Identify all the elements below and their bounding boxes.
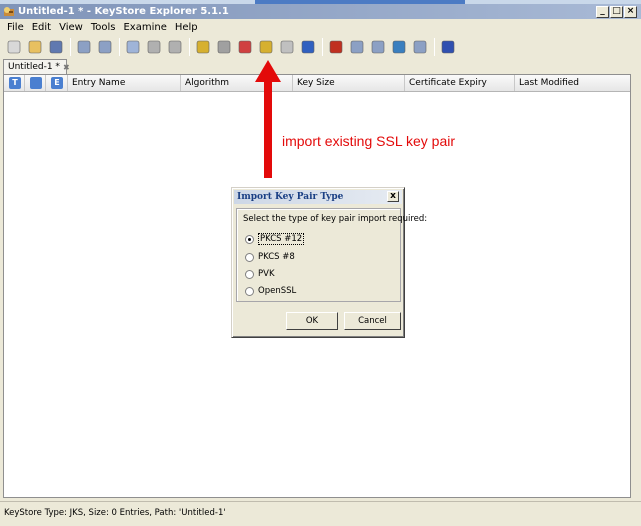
toolbar-separator <box>322 37 323 56</box>
paste-button[interactable] <box>165 37 185 57</box>
help-icon <box>441 40 455 53</box>
redo-icon <box>98 40 112 53</box>
keystore-properties-icon <box>301 40 315 53</box>
help-button[interactable] <box>438 37 458 57</box>
option-openssl[interactable]: OpenSSL <box>245 286 296 296</box>
undo-icon <box>77 40 91 53</box>
option-label: PKCS #8 <box>258 252 295 262</box>
column-last-modified[interactable]: Last Modified <box>515 75 630 91</box>
toolbar-separator <box>434 37 435 56</box>
examine-clipboard-icon <box>350 40 364 53</box>
dialog-title: Import Key Pair Type <box>237 192 344 202</box>
import-key-pair-button[interactable] <box>256 37 276 57</box>
set-password-icon <box>280 40 294 53</box>
radio-icon[interactable] <box>245 252 254 262</box>
save-keystore-icon <box>49 40 63 53</box>
toolbar-separator <box>70 37 71 56</box>
redo-button[interactable] <box>95 37 115 57</box>
paste-icon <box>168 40 182 53</box>
key-pair-type-group: Select the type of key pair import requi… <box>236 208 427 302</box>
import-key-pair-type-dialog: Import Key Pair Type x Select the type o… <box>231 187 427 338</box>
option-label: OpenSSL <box>258 286 297 296</box>
examine-ssl-button[interactable] <box>368 37 388 57</box>
open-keystore-icon <box>28 40 42 53</box>
generate-key-pair-button[interactable] <box>193 37 213 57</box>
menu-edit[interactable]: Edit <box>28 22 55 33</box>
tab-close-icon[interactable]: ✖ <box>63 63 70 72</box>
undo-button[interactable] <box>74 37 94 57</box>
menu-tools[interactable]: Tools <box>87 22 120 33</box>
cut-icon <box>126 40 140 53</box>
cancel-button[interactable]: Cancel <box>344 312 401 330</box>
generate-key-pair-icon <box>196 40 210 53</box>
examine-csr-icon <box>413 40 427 53</box>
examine-file-icon <box>329 40 343 53</box>
column-certificate-expiry[interactable]: Certificate Expiry <box>405 75 515 91</box>
cut-button[interactable] <box>123 37 143 57</box>
menu-file[interactable]: File <box>3 22 28 33</box>
toolbar-separator <box>119 37 120 56</box>
option-label: PVK <box>258 269 275 279</box>
option-pvk[interactable]: PVK <box>245 269 275 279</box>
tab-label: Untitled-1 * <box>8 62 60 72</box>
dialog-close-button[interactable]: x <box>387 191 399 202</box>
dialog-title-bar: Import Key Pair Type x <box>234 190 402 204</box>
status-bar: KeyStore Type: JKS, Size: 0 Entries, Pat… <box>0 501 641 526</box>
close-button[interactable]: × <box>624 5 637 18</box>
minimize-button[interactable]: _ <box>596 5 609 18</box>
import-trusted-certificate-button[interactable] <box>235 37 255 57</box>
menu-examine[interactable]: Examine <box>119 22 170 33</box>
app-icon <box>4 7 14 16</box>
menu-bar: File Edit View Tools Examine Help <box>0 19 641 35</box>
examine-csr-button[interactable] <box>410 37 430 57</box>
lock-icon <box>30 77 42 89</box>
entry-type-icon: T <box>9 77 21 89</box>
ok-button[interactable]: OK <box>286 312 338 330</box>
dialog-prompt: Select the type of key pair import requi… <box>243 214 428 224</box>
radio-icon[interactable] <box>245 269 254 279</box>
column-entry-name[interactable]: Entry Name <box>68 75 181 91</box>
toolbar-separator <box>189 37 190 56</box>
import-trusted-certificate-icon <box>238 40 252 53</box>
examine-ssl-icon <box>371 40 385 53</box>
annotation-text: import existing SSL key pair <box>282 133 455 149</box>
examine-clipboard-button[interactable] <box>347 37 367 57</box>
copy-button[interactable] <box>144 37 164 57</box>
column-entry-type[interactable]: T <box>4 75 25 91</box>
toolbar <box>0 35 641 58</box>
tab-untitled-1[interactable]: Untitled-1 * ✖ <box>3 59 70 74</box>
copy-icon <box>147 40 161 53</box>
window-title: Untitled-1 * - KeyStore Explorer 5.1.1 <box>18 6 229 17</box>
import-key-pair-icon <box>259 40 273 53</box>
column-key-size[interactable]: Key Size <box>293 75 405 91</box>
table-header: T E Entry Name Algorithm Key Size Certif… <box>4 75 630 92</box>
annotation-arrow <box>255 60 281 178</box>
open-keystore-button[interactable] <box>25 37 45 57</box>
new-keystore-button[interactable] <box>4 37 24 57</box>
column-expired[interactable]: E <box>46 75 68 91</box>
examine-crl-icon <box>392 40 406 53</box>
set-password-button[interactable] <box>277 37 297 57</box>
expiry-status-icon: E <box>51 77 63 89</box>
save-keystore-button[interactable] <box>46 37 66 57</box>
option-label: PKCS #12 <box>258 233 305 245</box>
column-lock[interactable] <box>25 75 46 91</box>
keystore-properties-button[interactable] <box>298 37 318 57</box>
tab-row: Untitled-1 * ✖ <box>0 58 641 74</box>
maximize-button[interactable]: □ <box>610 5 623 18</box>
radio-icon[interactable] <box>245 286 254 296</box>
option-pkcs12[interactable]: PKCS #12 <box>245 233 305 245</box>
generate-secret-key-button[interactable] <box>214 37 234 57</box>
menu-view[interactable]: View <box>55 22 87 33</box>
option-pkcs8[interactable]: PKCS #8 <box>245 252 295 262</box>
generate-secret-key-icon <box>217 40 231 53</box>
examine-crl-button[interactable] <box>389 37 409 57</box>
examine-file-button[interactable] <box>326 37 346 57</box>
menu-help[interactable]: Help <box>171 22 202 33</box>
title-bar: Untitled-1 * - KeyStore Explorer 5.1.1 _… <box>0 4 641 19</box>
window-controls: _ □ × <box>596 5 637 18</box>
radio-selected-icon[interactable] <box>245 234 254 244</box>
new-keystore-icon <box>7 40 21 53</box>
